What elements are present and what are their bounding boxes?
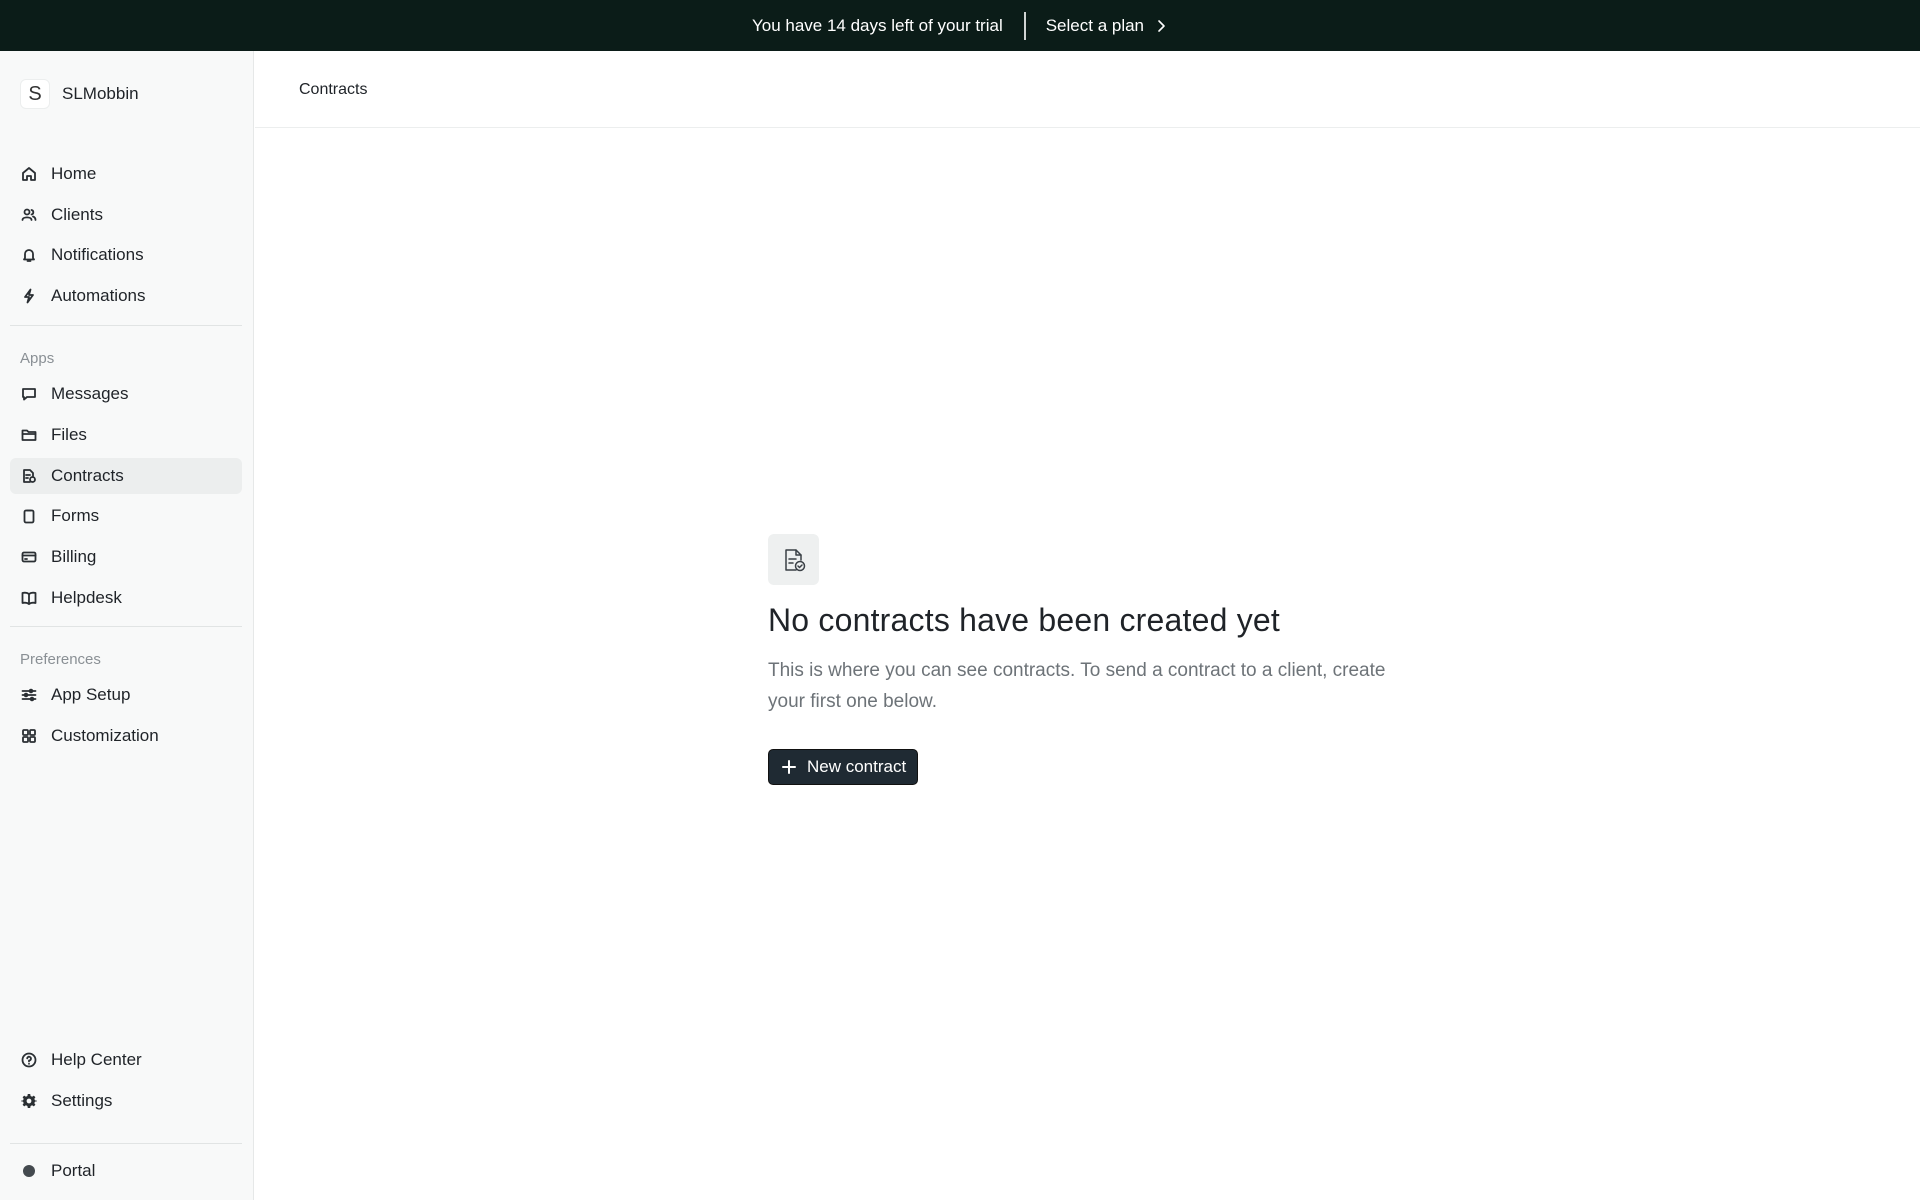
sidebar-item-label: App Setup — [51, 685, 131, 704]
home-icon — [20, 166, 37, 183]
empty-state: No contracts have been created yet This … — [768, 534, 1408, 785]
chevron-right-icon — [1158, 19, 1165, 32]
workspace-logo: S — [20, 79, 50, 109]
sidebar-item-billing[interactable]: Billing — [10, 539, 242, 575]
select-plan-link[interactable]: Select a plan — [1046, 16, 1168, 36]
sidebar-item-files[interactable]: Files — [10, 417, 242, 453]
book-icon — [20, 590, 37, 607]
bolt-icon — [20, 288, 37, 305]
sidebar-item-label: Customization — [51, 726, 159, 745]
folder-icon — [20, 427, 37, 444]
trial-text: You have 14 days left of your trial — [751, 15, 1003, 35]
page-title: Contracts — [299, 81, 368, 98]
sidebar-item-label: Home — [51, 164, 97, 183]
sidebar: S SLMobbin Home Clients Notifications Au… — [0, 51, 254, 1200]
sidebar-item-label: Forms — [51, 506, 100, 525]
status-dot-icon — [20, 1163, 37, 1180]
sidebar-item-label: Notifications — [51, 245, 144, 264]
trial-banner: You have 14 days left of your trial Sele… — [0, 0, 1920, 51]
sidebar-item-automations[interactable]: Automations — [10, 278, 242, 314]
sliders-icon — [20, 687, 37, 704]
new-contract-button[interactable]: New contract — [768, 749, 919, 785]
sidebar-item-label: Automations — [51, 286, 146, 305]
sidebar-item-messages[interactable]: Messages — [10, 376, 242, 412]
help-circle-icon — [20, 1052, 37, 1069]
sidebar-item-contracts[interactable]: Contracts — [10, 458, 242, 494]
sidebar-item-label: Portal — [51, 1161, 96, 1180]
empty-state-description: This is where you can see contracts. To … — [768, 660, 1386, 712]
apps-section-label: Apps — [20, 350, 55, 367]
sidebar-item-label: Help Center — [51, 1050, 142, 1069]
sidebar-divider — [10, 325, 242, 326]
sidebar-item-label: Settings — [51, 1091, 113, 1110]
sidebar-item-customization[interactable]: Customization — [10, 718, 242, 754]
banner-divider — [1023, 11, 1026, 40]
message-icon — [20, 386, 37, 403]
sidebar-item-label: Clients — [51, 205, 103, 224]
plus-icon — [782, 760, 796, 774]
sidebar-divider — [10, 626, 242, 627]
contract-icon — [20, 468, 37, 485]
sidebar-item-clients[interactable]: Clients — [10, 197, 242, 233]
grid-icon — [20, 728, 37, 745]
select-plan-label: Select a plan — [1045, 15, 1145, 35]
new-contract-label: New contract — [807, 757, 907, 776]
sidebar-item-label: Messages — [51, 384, 129, 403]
contract-document-icon — [768, 534, 819, 585]
sidebar-item-help-center[interactable]: Help Center — [10, 1042, 242, 1078]
clipboard-icon — [20, 508, 37, 525]
empty-state-heading: No contracts have been created yet — [768, 602, 1280, 638]
workspace-name: SLMobbin — [62, 84, 139, 103]
sidebar-item-label: Contracts — [51, 466, 124, 485]
bell-icon — [20, 247, 37, 264]
sidebar-item-portal[interactable]: Portal — [10, 1153, 242, 1189]
sidebar-item-forms[interactable]: Forms — [10, 498, 242, 534]
sidebar-item-settings[interactable]: Settings — [10, 1083, 242, 1119]
credit-card-icon — [20, 549, 37, 566]
sidebar-item-label: Billing — [51, 547, 97, 566]
sidebar-item-home[interactable]: Home — [10, 156, 242, 192]
page-header: Contracts — [255, 51, 1920, 128]
sidebar-item-helpdesk[interactable]: Helpdesk — [10, 580, 242, 616]
sidebar-item-notifications[interactable]: Notifications — [10, 237, 242, 273]
sidebar-item-app-setup[interactable]: App Setup — [10, 677, 242, 713]
users-icon — [20, 207, 37, 224]
workspace-switcher[interactable]: S SLMobbin — [20, 79, 139, 109]
sidebar-item-label: Helpdesk — [51, 588, 122, 607]
preferences-section-label: Preferences — [20, 651, 101, 668]
gear-icon — [20, 1093, 37, 1110]
sidebar-divider — [10, 1143, 242, 1144]
sidebar-item-label: Files — [51, 425, 87, 444]
